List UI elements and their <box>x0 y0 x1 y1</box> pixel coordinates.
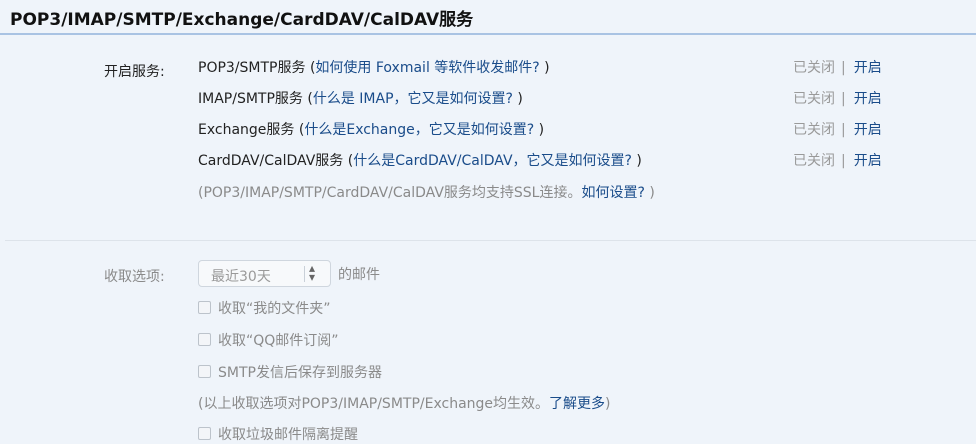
option-smtp-save[interactable]: SMTP发信后保存到服务器 <box>198 362 382 382</box>
status-text: 已关闭 <box>793 153 835 169</box>
help-link[interactable]: 什么是Exchange，它又是如何设置? <box>304 122 534 138</box>
checkbox[interactable] <box>198 301 211 314</box>
enable-button[interactable]: 开启 <box>854 60 882 76</box>
ssl-help-link[interactable]: 如何设置? <box>581 185 644 201</box>
status-text: 已关闭 <box>793 91 835 107</box>
service-status-exchange: 已关闭 | 开启 <box>793 122 882 138</box>
fetch-range-select[interactable]: 最近30天 ▴ ▾ <box>198 260 331 287</box>
service-name: IMAP/SMTP服务 <box>198 91 303 107</box>
help-link[interactable]: 什么是CardDAV/CalDAV，它又是如何设置? <box>353 153 632 169</box>
service-name: Exchange服务 <box>198 122 295 138</box>
option-my-folders[interactable]: 收取“我的文件夹” <box>198 298 331 318</box>
select-divider <box>304 266 305 282</box>
service-status-imap: 已关闭 | 开启 <box>793 91 882 107</box>
service-name: CardDAV/CalDAV服务 <box>198 153 344 169</box>
select-suffix: 的邮件 <box>338 267 380 283</box>
learn-more-link[interactable]: 了解更多 <box>549 396 605 412</box>
enable-button[interactable]: 开启 <box>854 122 882 138</box>
service-name: POP3/SMTP服务 <box>198 60 306 76</box>
service-status-pop3: 已关闭 | 开启 <box>793 60 882 76</box>
status-text: 已关闭 <box>793 122 835 138</box>
services-label: 开启服务: <box>104 64 165 80</box>
service-row-carddav: CardDAV/CalDAV服务 (什么是CardDAV/CalDAV，它又是如… <box>198 153 642 169</box>
service-row-pop3: POP3/SMTP服务 (如何使用 Foxmail 等软件收发邮件? ) <box>198 60 550 76</box>
option-junk-reminder[interactable]: 收取垃圾邮件隔离提醒 <box>198 424 358 444</box>
checkbox[interactable] <box>198 427 211 440</box>
ssl-note: (POP3/IMAP/SMTP/CardDAV/CalDAV服务均支持SSL连接… <box>198 185 655 201</box>
section-divider <box>5 240 976 241</box>
help-link[interactable]: 如何使用 Foxmail 等软件收发邮件? <box>315 60 539 76</box>
checkbox[interactable] <box>198 365 211 378</box>
option-qq-subscription[interactable]: 收取“QQ邮件订阅” <box>198 330 339 350</box>
enable-button[interactable]: 开启 <box>854 153 882 169</box>
select-value: 最近30天 <box>211 269 271 285</box>
fetch-note: (以上收取选项对POP3/IMAP/SMTP/Exchange均生效。了解更多) <box>198 396 611 412</box>
service-row-imap: IMAP/SMTP服务 (什么是 IMAP，它又是如何设置? ) <box>198 91 523 107</box>
help-link[interactable]: 什么是 IMAP，它又是如何设置? <box>313 91 513 107</box>
enable-button[interactable]: 开启 <box>854 91 882 107</box>
fetch-options-label: 收取选项: <box>104 269 165 285</box>
checkbox[interactable] <box>198 333 211 346</box>
section-title: POP3/IMAP/SMTP/Exchange/CardDAV/CalDAV服务 <box>10 10 474 30</box>
service-status-carddav: 已关闭 | 开启 <box>793 153 882 169</box>
section-header: POP3/IMAP/SMTP/Exchange/CardDAV/CalDAV服务 <box>0 0 976 35</box>
status-text: 已关闭 <box>793 60 835 76</box>
service-row-exchange: Exchange服务 (什么是Exchange，它又是如何设置? ) <box>198 122 545 138</box>
up-down-arrow-icon: ▴ ▾ <box>309 261 316 284</box>
